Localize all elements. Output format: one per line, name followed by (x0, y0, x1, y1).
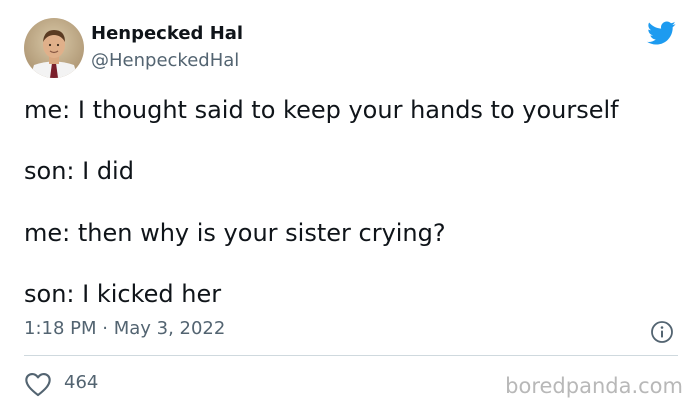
tweet-card: Henpecked Hal @HenpeckedHal me: I though… (0, 0, 700, 410)
author-handle[interactable]: @HenpeckedHal (91, 50, 239, 71)
author-avatar[interactable] (24, 18, 84, 78)
avatar-photo (24, 18, 84, 78)
tweet-text-line: me: then why is your sister crying? (24, 219, 446, 247)
site-watermark: boredpanda.com (505, 374, 683, 398)
tweet-timestamp[interactable]: 1:18 PM · May 3, 2022 (24, 318, 225, 339)
tweet-text-line: son: I kicked her (24, 280, 222, 308)
twitter-bird-icon[interactable] (644, 18, 678, 48)
like-count: 464 (64, 372, 99, 393)
like-heart-icon[interactable] (24, 371, 52, 397)
tweet-text-line: son: I did (24, 157, 134, 185)
author-display-name[interactable]: Henpecked Hal (91, 23, 243, 44)
info-icon[interactable] (650, 320, 674, 344)
divider (24, 355, 678, 356)
tweet-text-line: me: I thought said to keep your hands to… (24, 96, 619, 124)
